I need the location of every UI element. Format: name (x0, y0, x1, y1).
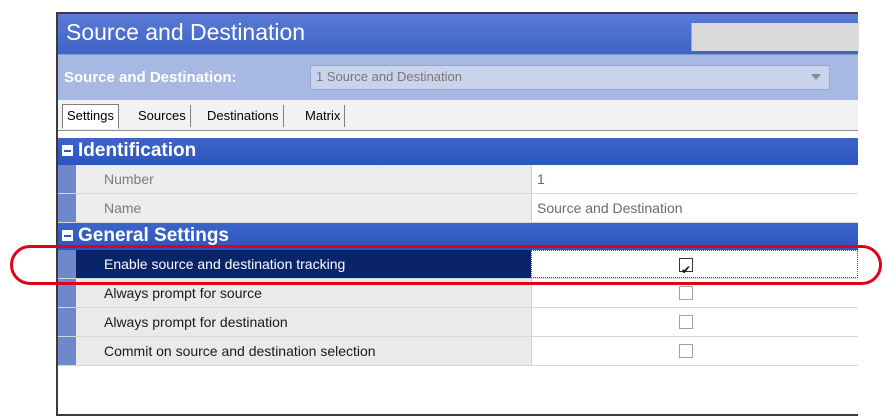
row-gutter (58, 194, 76, 222)
record-selector-bar: Source and Destination: 1 Source and Des… (58, 54, 858, 101)
tab-settings[interactable]: Settings (62, 104, 119, 129)
row-gutter (58, 308, 76, 336)
title-bar: Source and Destination (58, 14, 859, 54)
chevron-down-icon[interactable] (811, 74, 821, 80)
highlight-annotation (10, 245, 882, 285)
window-title: Source and Destination (66, 19, 306, 45)
prompt-source-checkbox[interactable] (679, 286, 693, 300)
property-name: Number (76, 165, 531, 193)
title-bar-field (691, 23, 859, 51)
section-title: General Settings (78, 225, 229, 246)
property-value (531, 337, 858, 365)
tab-sources[interactable]: Sources (134, 105, 191, 127)
property-row-name: Name Source and Destination (58, 194, 858, 223)
tab-matrix[interactable]: Matrix (301, 105, 346, 127)
property-value-number: 1 (531, 165, 858, 193)
section-identification: Identification (58, 138, 858, 165)
collapse-icon[interactable] (62, 145, 73, 156)
section-title: Identification (78, 140, 197, 161)
prompt-destination-checkbox[interactable] (679, 315, 693, 329)
property-value (531, 308, 858, 336)
row-gutter (58, 337, 76, 365)
property-row-prompt-destination[interactable]: Always prompt for destination (58, 308, 858, 337)
property-value-name: Source and Destination (531, 194, 858, 222)
record-selector-dropdown[interactable]: 1 Source and Destination (310, 65, 830, 90)
property-name: Name (76, 194, 531, 222)
collapse-icon[interactable] (62, 230, 73, 241)
record-selector-value: 1 Source and Destination (316, 69, 462, 84)
tab-destinations[interactable]: Destinations (203, 105, 284, 127)
commit-selection-checkbox[interactable] (679, 344, 693, 358)
property-row-commit-selection[interactable]: Commit on source and destination selecti… (58, 337, 858, 366)
record-selector-label: Source and Destination: (64, 69, 237, 86)
property-name[interactable]: Always prompt for destination (76, 308, 531, 336)
property-name[interactable]: Commit on source and destination selecti… (76, 337, 531, 365)
tab-bar: Settings Sources Destinations Matrix (58, 100, 858, 131)
row-gutter (58, 165, 76, 193)
property-row-number: Number 1 (58, 165, 858, 194)
source-destination-window: Source and Destination Source and Destin… (56, 12, 859, 416)
